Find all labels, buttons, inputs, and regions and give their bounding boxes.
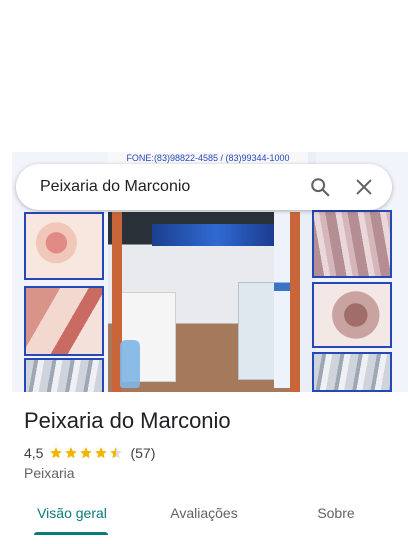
star-icon — [50, 447, 63, 459]
fish-poster — [312, 282, 392, 348]
search-bar[interactable]: Peixaria do Marconio — [16, 164, 392, 210]
phone-sign: FONE:(83)98822-4585 / (83)99344-1000 — [108, 152, 308, 164]
water-bottle — [120, 340, 140, 388]
fish-poster — [312, 210, 392, 278]
blank-header-area — [0, 0, 408, 152]
search-button[interactable] — [298, 164, 342, 210]
rating-value: 4,5 — [24, 445, 44, 461]
star-icon — [110, 447, 123, 459]
tab-bar: Visão geral Avaliações Sobre — [0, 492, 408, 544]
tab-reviews[interactable]: Avaliações — [150, 492, 258, 536]
star-icon — [65, 447, 78, 459]
tab-overview[interactable]: Visão geral — [24, 492, 120, 536]
review-count: (57) — [130, 445, 156, 461]
close-icon — [356, 179, 372, 195]
star-icon — [95, 447, 108, 459]
place-category[interactable]: Peixaria — [24, 465, 75, 481]
search-icon — [311, 178, 330, 197]
place-title: Peixaria do Marconio — [24, 408, 231, 433]
star-icon — [80, 447, 93, 459]
fish-poster — [24, 286, 104, 356]
active-tab-indicator — [34, 532, 108, 535]
fish-poster — [24, 212, 104, 280]
tab-about[interactable]: Sobre — [296, 492, 376, 536]
close-button[interactable] — [342, 164, 386, 210]
rating-row[interactable]: 4,5 (57) — [24, 444, 155, 462]
rating-stars — [49, 446, 124, 460]
aquarium-panel — [152, 224, 282, 246]
fish-poster — [312, 352, 392, 392]
door-frame-right — [290, 212, 300, 392]
search-input[interactable]: Peixaria do Marconio — [40, 178, 298, 196]
fish-poster — [24, 358, 104, 392]
